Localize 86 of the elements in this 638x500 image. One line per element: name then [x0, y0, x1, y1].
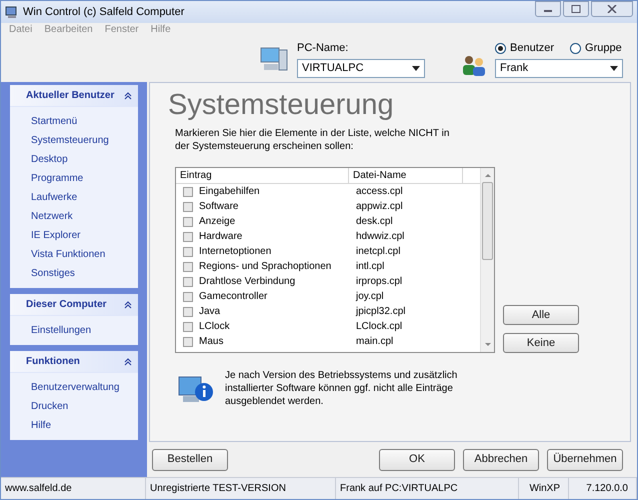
checkbox[interactable] — [183, 322, 193, 332]
status-text: WinXP — [519, 478, 569, 499]
dropdown-arrow-icon — [412, 66, 420, 71]
checkbox[interactable] — [183, 202, 193, 212]
checkbox[interactable] — [183, 246, 193, 256]
status-text: 7.120.0.0 — [569, 478, 637, 499]
page-heading: Systemsteuerung — [168, 88, 395, 123]
column-header[interactable]: Datei-Name — [349, 168, 463, 183]
status-text: Frank auf PC:VIRTUALPC — [336, 478, 519, 499]
group-header[interactable]: Aktueller Benutzer — [10, 85, 138, 107]
file-name: jpicpl32.cpl — [354, 305, 406, 319]
info-text: Je nach Version des Betriebssystems und zusätzlich installierter Software können ggf. nicht alle Einträge ausgeblendet werden. — [225, 369, 458, 408]
entry-name: Anzeige — [199, 215, 236, 229]
list-button[interactable]: Keine — [503, 333, 579, 353]
column-header[interactable]: Eintrag — [176, 168, 349, 183]
checkbox[interactable] — [183, 216, 193, 226]
radio-button[interactable] — [570, 43, 582, 54]
sidebar-link[interactable]: Hilfe — [31, 416, 117, 435]
group-header[interactable]: Funktionen — [10, 351, 138, 373]
checkbox[interactable] — [183, 336, 193, 346]
minimize-button[interactable] — [535, 1, 561, 17]
file-name: inetcpl.cpl — [355, 245, 400, 259]
window-title: Win Control (c) Salfeld Computer — [23, 4, 186, 20]
sidebar-link[interactable]: Laufwerke — [31, 188, 117, 207]
file-name: main.cpl — [355, 335, 394, 349]
sidebar-link[interactable]: Vista Funktionen — [31, 245, 117, 264]
close-icon — [607, 5, 617, 13]
sidebar-link[interactable]: Drucken — [31, 397, 117, 416]
sidebar-link[interactable]: Desktop — [31, 150, 117, 169]
dialog-button[interactable]: OK — [379, 448, 455, 470]
checkbox[interactable] — [183, 186, 193, 196]
file-name: intl.cpl — [355, 260, 384, 274]
entry-name: Regions- und Sprachoptionen — [199, 260, 332, 274]
entry-name: LClock — [199, 320, 230, 334]
app-icon — [5, 5, 19, 19]
file-name: access.cpl — [355, 185, 403, 199]
radio-label: Benutzer — [510, 41, 554, 56]
user-dropdown[interactable]: Frank — [495, 58, 623, 78]
sidebar-link[interactable]: Benutzerverwaltung — [31, 378, 117, 397]
file-name: appwiz.cpl — [355, 200, 403, 214]
entry-name: Maus — [199, 335, 224, 349]
status-text: www.salfeld.de — [1, 478, 146, 499]
radio-label: Gruppe — [585, 41, 622, 56]
dialog-button[interactable]: Übernehmen — [547, 448, 623, 470]
dropdown-arrow-icon — [610, 66, 618, 71]
pc-name-dropdown[interactable]: VIRTUALPC — [297, 58, 425, 78]
maximize-button[interactable] — [563, 1, 589, 17]
instruction-text: Markieren Sie hier die Elemente in der Liste, welche NICHT in der Systemsteuerung erscheinen sollen: — [175, 127, 450, 153]
close-button[interactable] — [591, 1, 633, 17]
checkbox[interactable] — [183, 232, 193, 242]
collapse-icon — [124, 92, 132, 100]
users-icon — [461, 53, 487, 77]
list-button[interactable]: Alle — [503, 305, 579, 325]
sidebar-link[interactable]: Systemsteuerung — [31, 131, 117, 150]
checkbox[interactable] — [183, 292, 193, 302]
entry-name: Eingabehilfen — [199, 185, 260, 199]
file-name: joy.cpl — [354, 290, 384, 304]
entry-name: Gamecontroller — [199, 290, 268, 304]
sidebar-link[interactable]: Startmenü — [31, 112, 117, 131]
file-name: LClock.cpl — [355, 320, 402, 334]
entry-name: Java — [199, 305, 220, 319]
entry-name: Internetoptionen — [199, 245, 272, 259]
collapse-icon — [124, 358, 132, 366]
sidebar-link[interactable]: Programme — [31, 169, 117, 188]
checkbox[interactable] — [183, 306, 193, 316]
file-name: desk.cpl — [355, 215, 393, 229]
file-name: hdwwiz.cpl — [355, 230, 404, 244]
sidebar-link[interactable]: IE Explorer — [31, 226, 117, 245]
pc-name-label: PC-Name: — [297, 41, 350, 56]
radio-button[interactable] — [495, 43, 506, 54]
checkbox[interactable] — [183, 276, 193, 286]
status-text: Unregistrierte TEST-VERSION — [146, 478, 336, 499]
sidebar-link[interactable]: Netzwerk — [31, 207, 117, 226]
sidebar-link[interactable]: Sonstiges — [31, 264, 117, 283]
entry-name: Drahtlose Verbindung — [199, 275, 296, 289]
group-header[interactable]: Dieser Computer — [10, 294, 138, 316]
collapse-icon — [124, 300, 132, 308]
entry-name: Hardware — [199, 230, 242, 244]
maximize-icon — [571, 5, 581, 13]
dialog-button[interactable]: Abbrechen — [463, 448, 539, 470]
scroll-thumb[interactable] — [482, 182, 493, 260]
entry-name: Software — [199, 200, 238, 214]
file-name: irprops.cpl — [355, 275, 402, 289]
checkbox[interactable] — [183, 262, 193, 272]
scrollbar[interactable] — [480, 168, 494, 352]
order-button[interactable]: Bestellen — [152, 448, 228, 470]
